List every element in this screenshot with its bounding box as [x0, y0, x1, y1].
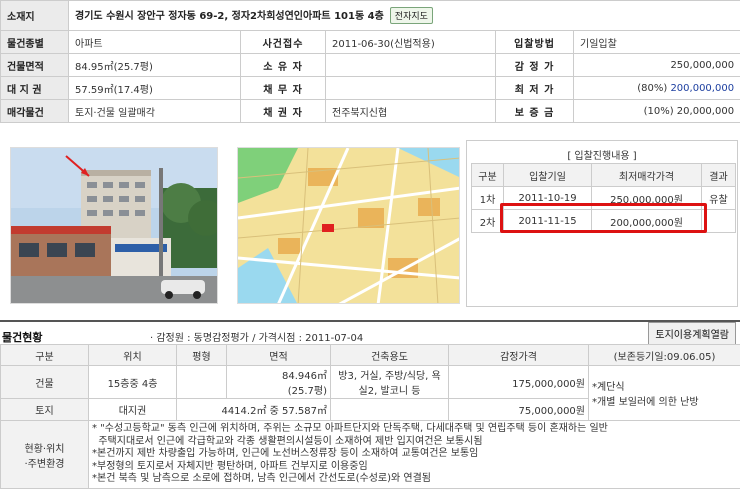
summary-row: 대 지 권 57.59㎡(17.4평) 채 무 자 최 저 가 (80%) 20… — [0, 76, 740, 100]
note-line: *부정형의 토지로서 자체지반 평탄하며, 아파트 건부지로 이용중임 — [92, 460, 368, 472]
column-header: 건축용도 — [330, 344, 449, 366]
location-map[interactable] — [237, 147, 460, 304]
min-price-percent: (80%) — [637, 82, 668, 94]
column-header: 평형 — [176, 344, 227, 366]
area-pyeong: (25.7평) — [287, 386, 327, 397]
bid-table-header: 구분 입찰기일 최저매각가격 결과 — [471, 163, 736, 187]
value: 아파트 — [68, 30, 241, 54]
address-text: 경기도 수원시 장안구 정자동 69-2, 정자2차희성연인아파트 101동 4… — [75, 11, 384, 22]
column-header: 구분 — [0, 344, 89, 366]
label: 건물면적 — [0, 53, 69, 77]
appraisal-value: 250,000,000 — [572, 53, 740, 77]
label: 감 정 가 — [495, 53, 574, 77]
area: 4414.2㎡ 중 57.587㎡ — [176, 398, 331, 421]
env-label: 현황·위치 — [24, 443, 65, 455]
location: 15층중 4층 — [88, 365, 177, 399]
remark: *개별 보일러에 의한 난방 — [592, 397, 699, 408]
column-header: 결과 — [701, 163, 736, 187]
value: 57.59㎡(17.4평) — [68, 76, 241, 100]
highlight-box — [500, 203, 707, 233]
label: 입찰방법 — [495, 30, 574, 54]
column-header: 면적 — [226, 344, 331, 366]
column-header: 위치 — [88, 344, 177, 366]
env-label: ·주변환경 — [24, 458, 65, 470]
usage-cont: 실2, 발코니 등 — [358, 386, 421, 397]
status-table: 구분 위치 평형 면적 건축용도 감정가격 (보존등기일:09.06.05) 건… — [0, 344, 740, 489]
row-label: 토지 — [0, 398, 89, 421]
summary-row: 매각물건 토지·건물 일괄매각 채 권 자 전주북지신협 보 증 금 (10%)… — [0, 99, 740, 123]
status-header: 구분 위치 평형 면적 건축용도 감정가격 (보존등기일:09.06.05) — [0, 344, 740, 366]
label: 매각물건 — [0, 99, 69, 123]
column-header: 감정가격 — [448, 344, 589, 366]
appraised-price: 175,000,000원 — [448, 365, 589, 399]
property-photo[interactable] — [10, 147, 218, 304]
land-use-plan-button[interactable]: 토지이용계획열람 — [648, 322, 736, 345]
summary-table: 소재지 경기도 수원시 장안구 정자동 69-2, 정자2차희성연인아파트 10… — [0, 0, 740, 123]
label: 채 무 자 — [240, 76, 326, 100]
table-row: 현황·위치 ·주변환경 * "수성고등학교" 동측 인근에 위치하며, 주위는 소… — [0, 420, 740, 489]
area: 84.946㎡ — [282, 371, 327, 382]
label: 사건접수 — [240, 30, 326, 54]
address-label: 소재지 — [0, 0, 69, 31]
label: 소 유 자 — [240, 53, 326, 77]
status-section-header: 물건현황 · 감정원 : 동명감정평가 / 가격시점 : 2011-07-04 … — [0, 320, 740, 345]
label: 최 저 가 — [495, 76, 574, 100]
label: 물건종별 — [0, 30, 69, 54]
value: 토지·건물 일괄매각 — [68, 99, 241, 123]
table-row: 건물 15층중 4층 84.946㎡ (25.7평) 방3, 거실, 주방/식당,… — [0, 365, 740, 421]
label: 보 증 금 — [495, 99, 574, 123]
section-title: 물건현황 — [2, 331, 43, 344]
label: 채 권 자 — [240, 99, 326, 123]
pyeong — [176, 365, 227, 399]
bid-round: 1차 — [471, 186, 504, 210]
appraisal-info: · 감정원 : 동명감정평가 / 가격시점 : 2011-07-04 — [150, 333, 364, 344]
value-redacted — [325, 53, 496, 77]
value: 전주북지신협 — [325, 99, 496, 123]
column-header: 최저매각가격 — [591, 163, 702, 187]
note-line: 주택지대로서 인근에 각급학교와 각종 생활편의시설등이 소재하여 제반 입지여… — [92, 435, 483, 447]
note-line: *본건 북측 및 남측으로 소로에 접하며, 남측 인근에서 간선도로(수성로)… — [92, 473, 431, 485]
note-line: * "수성고등학교" 동측 인근에 위치하며, 주위는 소규모 아파트단지와 단… — [92, 423, 608, 435]
min-price-value: 200,000,000 — [670, 82, 735, 94]
bid-progress-title: [ 입찰진행내용 ] — [567, 151, 637, 162]
label: 대 지 권 — [0, 76, 69, 100]
note-line: *본건까지 제반 차량출입 가능하며, 인근에 노선버스정류장 등이 소재하여 … — [92, 448, 479, 460]
remark: *계단식 — [592, 382, 625, 393]
location: 대지권 — [88, 398, 177, 421]
summary-row: 물건종별 아파트 사건접수 2011-06-30(신법적용) 입찰방법 기일입찰 — [0, 30, 740, 54]
summary-row: 건물면적 84.95㎡(25.7평) 소 유 자 감 정 가 250,000,0… — [0, 53, 740, 77]
row-label: 건물 — [0, 365, 89, 399]
column-header: 입찰기일 — [503, 163, 592, 187]
value: 기일입찰 — [572, 30, 740, 54]
column-header: 구분 — [471, 163, 504, 187]
value: 2011-06-30(신법적용) — [325, 30, 496, 54]
electronic-map-button[interactable]: 전자지도 — [389, 7, 433, 24]
usage: 방3, 거실, 주방/식당, 욕 — [338, 371, 441, 382]
value: 84.95㎡(25.7평) — [68, 53, 241, 77]
deposit-value: (10%) 20,000,000 — [572, 99, 740, 123]
column-header: (보존등기일:09.06.05) — [588, 344, 740, 366]
value-redacted — [325, 76, 496, 100]
appraised-price: 75,000,000원 — [448, 398, 589, 421]
bid-round: 2차 — [471, 209, 504, 233]
